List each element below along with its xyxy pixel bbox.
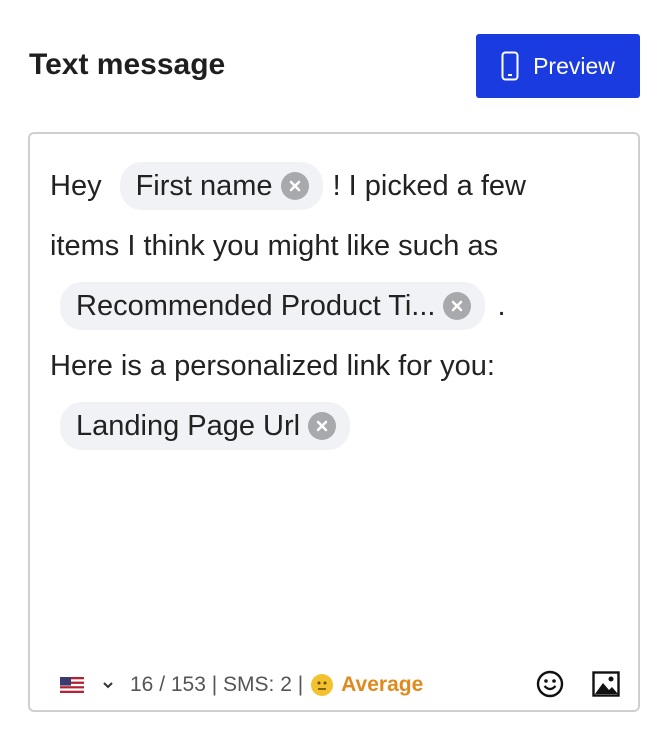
remove-chip-icon[interactable] [308, 412, 337, 440]
page-title: Text message [29, 48, 226, 81]
remove-chip-icon[interactable] [280, 172, 309, 200]
message-line-3: Recommended Product Ti... . [60, 282, 506, 330]
message-quality-label: Average [341, 673, 424, 696]
merge-tag-chip[interactable]: Landing Page Url [60, 402, 351, 450]
chip-label: Recommended Product Ti... [76, 289, 436, 322]
message-text: items I think you might like such as [50, 229, 499, 262]
character-counter: 16 / 153 | SMS: 2 | [130, 673, 304, 696]
footer-actions [536, 670, 620, 698]
message-text: Here is a personalized link for you: [50, 349, 495, 382]
neutral-face-icon [311, 674, 334, 696]
chip-label: Landing Page Url [76, 409, 301, 442]
message-line-4: Here is a personalized link for you: [50, 342, 495, 390]
message-line-2: items I think you might like such as [50, 222, 498, 270]
image-icon[interactable] [592, 671, 620, 697]
preview-label: Preview [533, 52, 615, 79]
us-flag-icon[interactable] [60, 677, 84, 693]
message-line-1: Hey First name ! I picked a few [50, 162, 526, 210]
message-text: ! I picked a few [332, 169, 526, 202]
message-line-5: Landing Page Url [60, 402, 351, 450]
editor-footer: 16 / 153 | SMS: 2 | Average [60, 670, 620, 700]
smiley-icon[interactable] [536, 670, 564, 698]
preview-button[interactable]: Preview [476, 34, 640, 98]
chip-label: First name [135, 169, 273, 202]
header: Text message Preview [29, 34, 640, 98]
merge-tag-chip[interactable]: First name [119, 162, 323, 210]
merge-tag-chip[interactable]: Recommended Product Ti... [60, 282, 486, 330]
message-text: . [497, 289, 506, 322]
mobile-phone-icon [501, 51, 519, 81]
message-text: Hey [50, 169, 102, 202]
chevron-down-icon[interactable] [102, 681, 114, 689]
remove-chip-icon[interactable] [443, 292, 472, 320]
message-editor[interactable]: Hey First name ! I picked a few items I … [28, 132, 640, 712]
